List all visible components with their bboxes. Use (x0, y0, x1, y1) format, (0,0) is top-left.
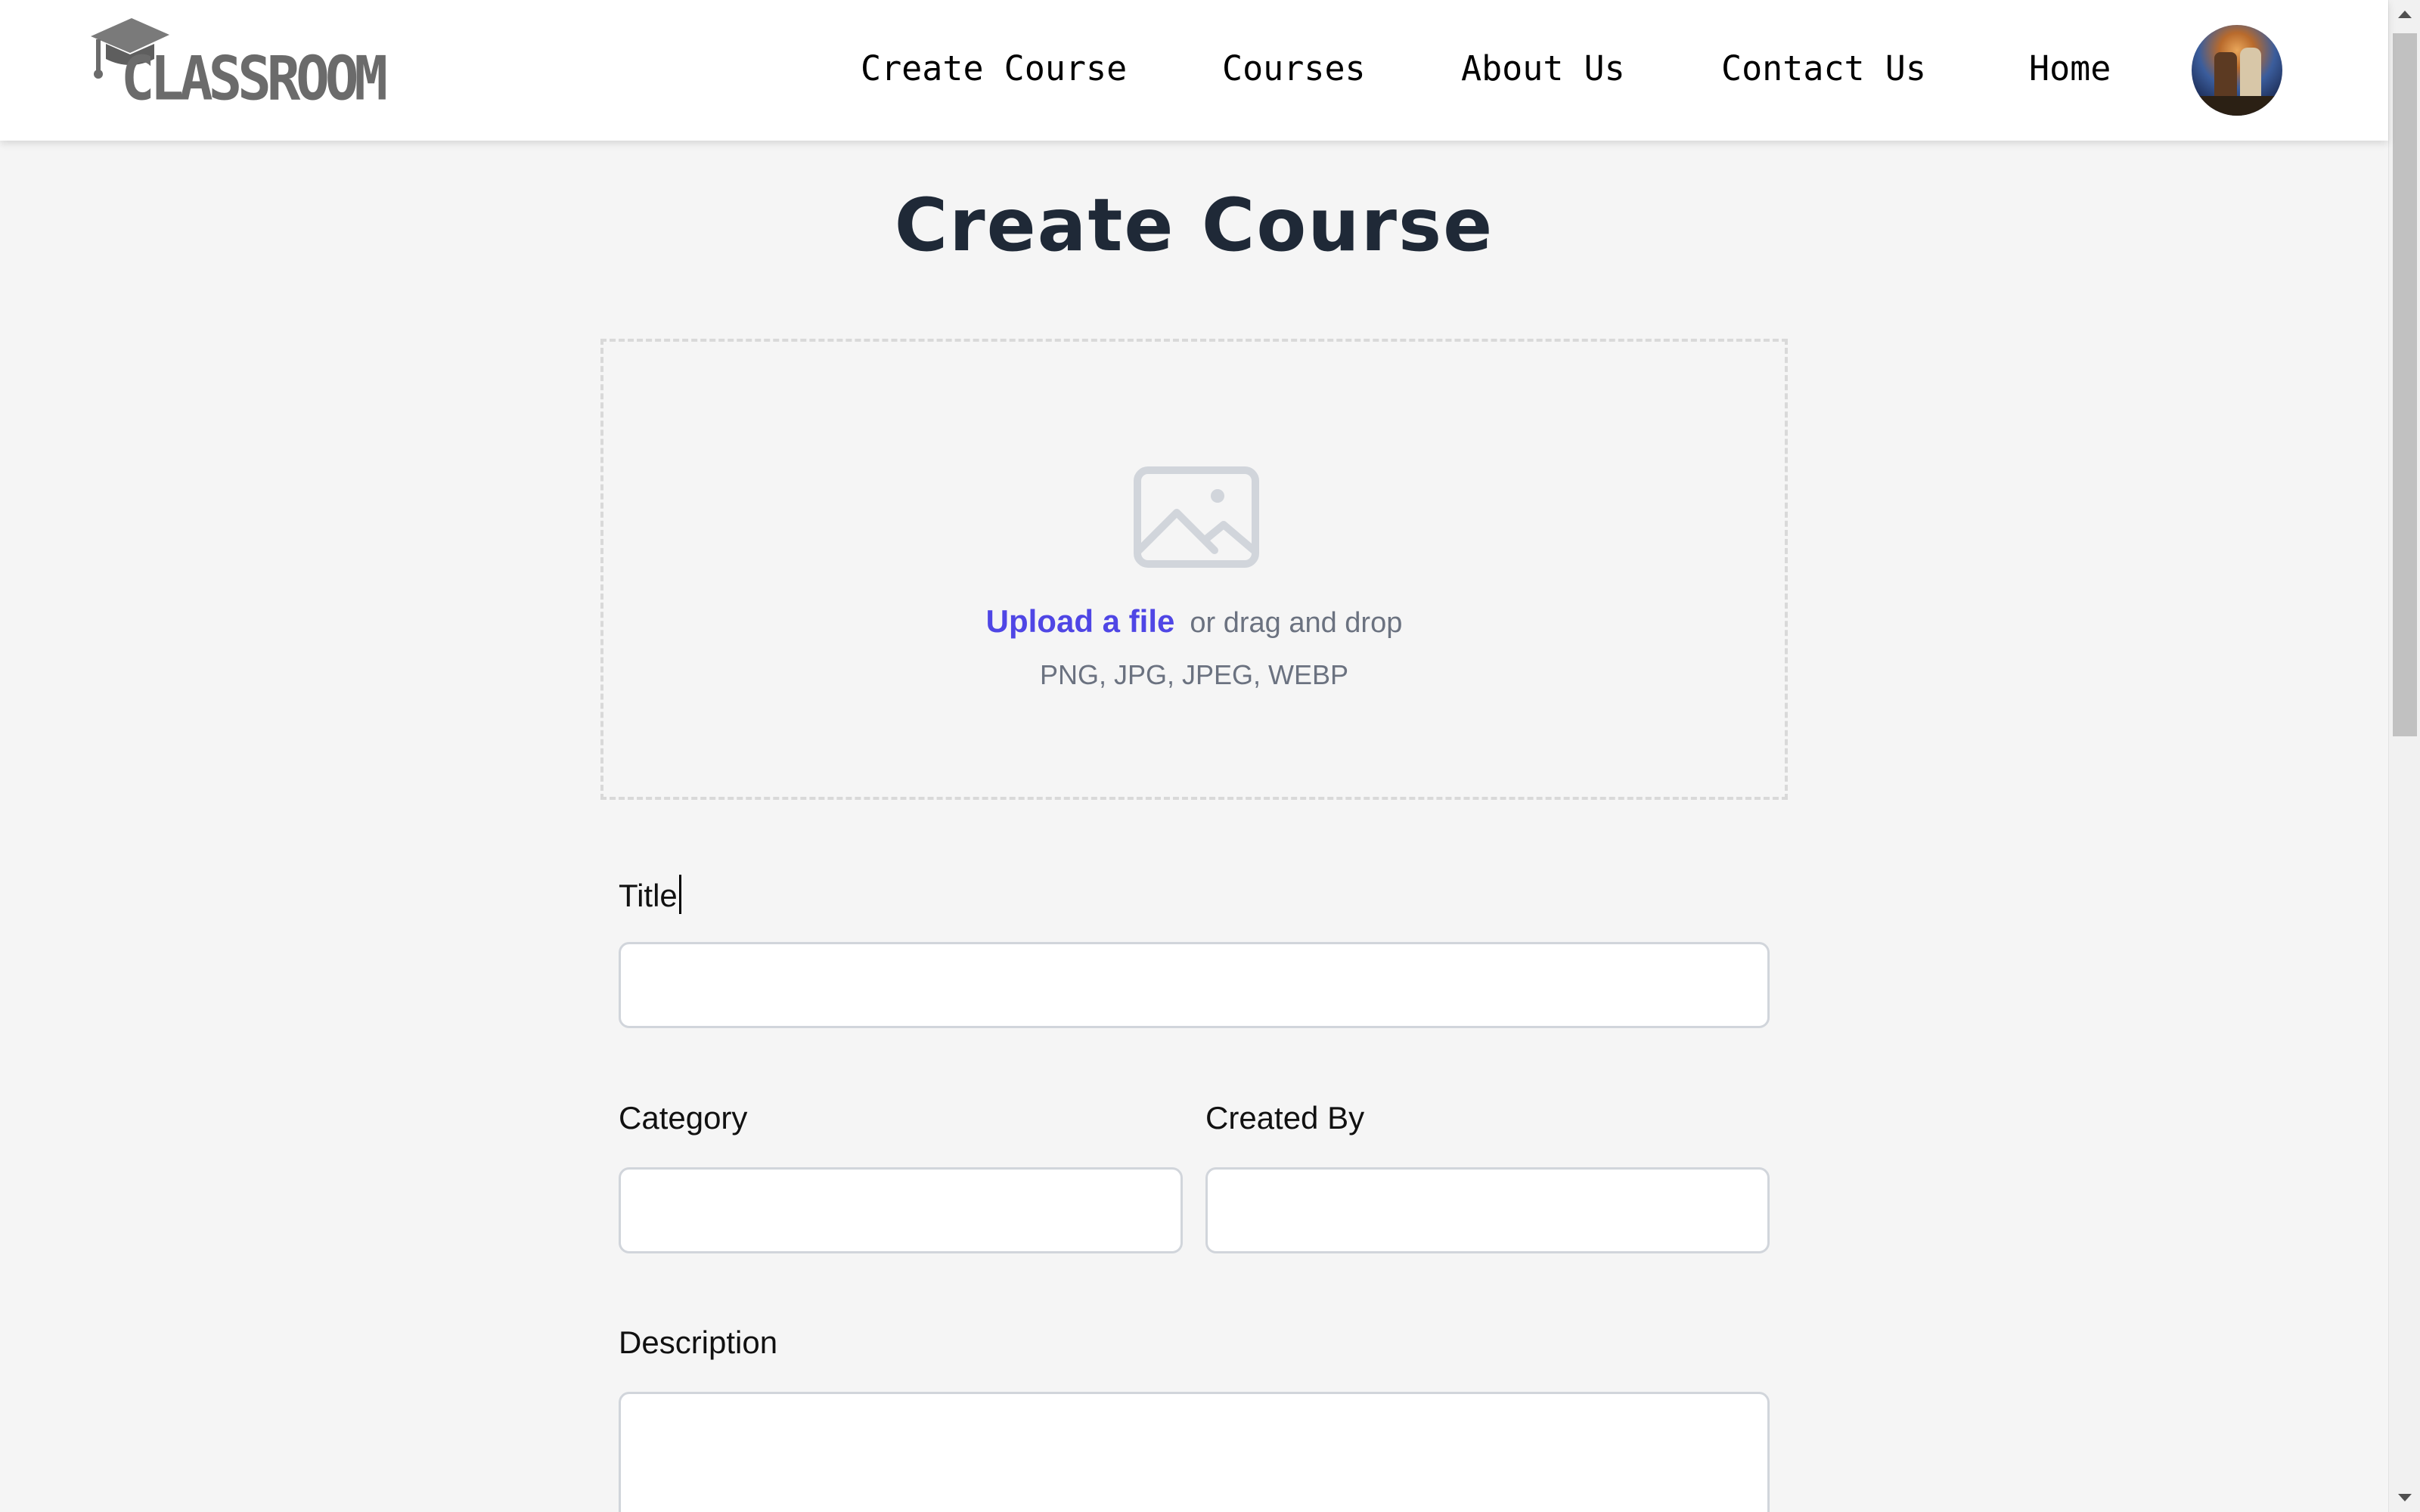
accepted-file-types: PNG, JPG, JPEG, WEBP (1039, 659, 1349, 690)
category-input[interactable] (619, 1167, 1183, 1253)
user-avatar[interactable] (2192, 25, 2282, 116)
title-input[interactable] (619, 942, 1770, 1028)
image-upload-dropzone[interactable]: Upload a file or drag and drop PNG, JPG, … (600, 339, 1788, 800)
page-scrollbar[interactable] (2388, 0, 2420, 1512)
scroll-up-arrow-icon[interactable] (2398, 11, 2412, 18)
nav-about-us[interactable]: About Us (1461, 48, 1625, 88)
nav-create-course[interactable]: Create Course (861, 48, 1127, 88)
nav-home[interactable]: Home (2029, 48, 2111, 88)
page-title: Create Course (894, 183, 1494, 268)
description-label: Description (619, 1325, 778, 1360)
nav-contact-us[interactable]: Contact Us (1721, 48, 1926, 88)
photo-icon (1134, 466, 1259, 568)
upload-file-link[interactable]: Upload a file (986, 603, 1175, 639)
created-by-label: Created By (1205, 1100, 1365, 1136)
nav-courses[interactable]: Courses (1222, 48, 1366, 88)
category-label: Category (619, 1100, 748, 1136)
logo-text: CLASSROOM (121, 44, 388, 114)
drag-drop-hint: or drag and drop (1190, 607, 1403, 639)
scroll-down-arrow-icon[interactable] (2398, 1494, 2412, 1501)
created-by-input[interactable] (1205, 1167, 1770, 1253)
scroll-thumb[interactable] (2393, 33, 2417, 736)
title-label: Title (619, 875, 681, 914)
classroom-logo[interactable]: CLASSROOM (88, 11, 390, 114)
description-textarea[interactable] (619, 1392, 1770, 1512)
top-navbar: CLASSROOM Create Course Courses About Us… (0, 0, 2388, 141)
